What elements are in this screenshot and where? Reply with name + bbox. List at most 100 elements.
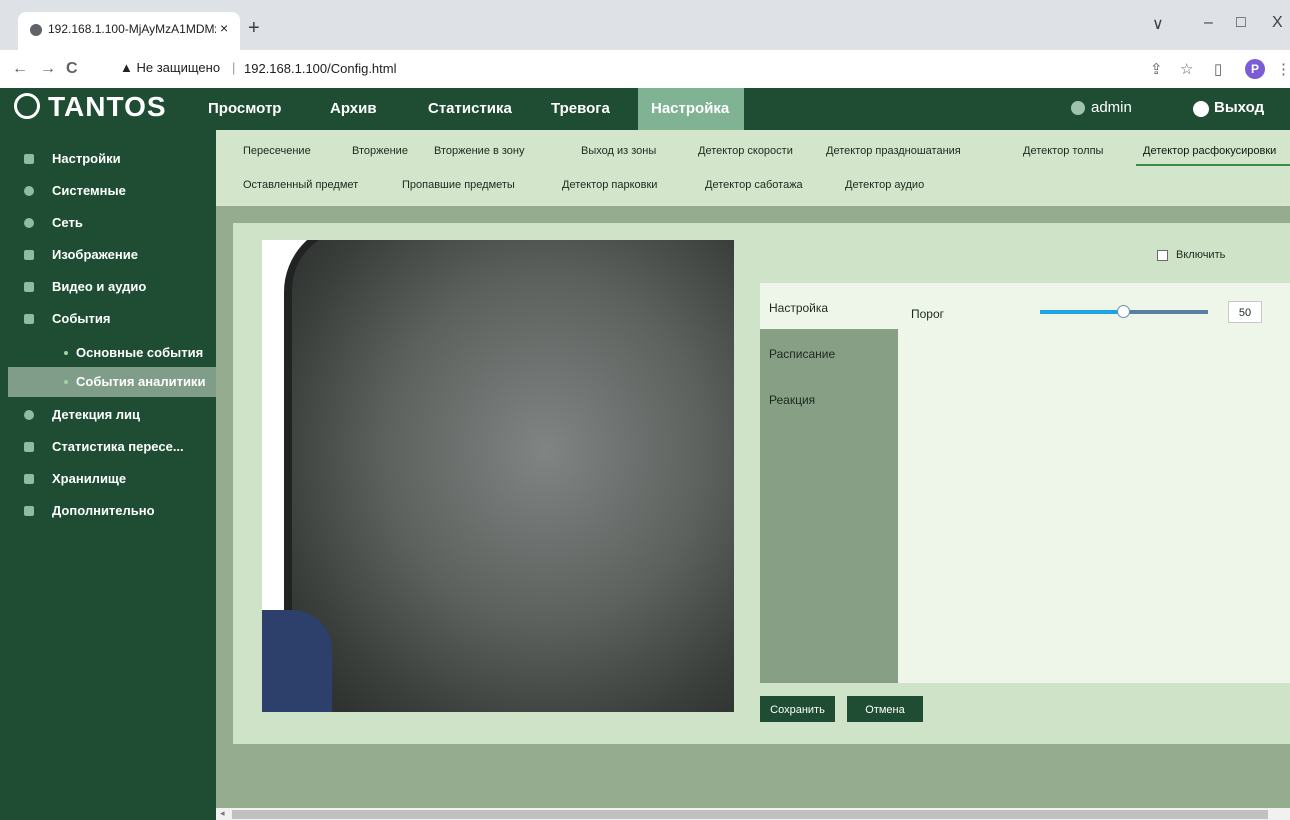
sidebar-item-label: Дополнительно	[52, 503, 155, 518]
active-tab-underline	[1136, 164, 1290, 166]
enable-checkbox[interactable]	[1157, 250, 1168, 261]
threshold-value-input[interactable]: 50	[1228, 301, 1262, 323]
tab-speed-detector[interactable]: Детектор скорости	[698, 145, 793, 157]
scrollbar-thumb[interactable]	[232, 810, 1268, 819]
menu-icon	[24, 154, 34, 164]
close-window-button[interactable]: X	[1272, 14, 1283, 32]
settings-side-tabs	[760, 329, 898, 683]
sidebar-item-label: Хранилище	[52, 471, 127, 486]
save-button[interactable]: Сохранить	[760, 696, 835, 722]
threshold-slider-fill	[1040, 310, 1124, 314]
image-icon	[24, 250, 34, 260]
sidebar-item-analytics-events[interactable]: События аналитики	[8, 367, 216, 397]
bullet-icon	[64, 380, 68, 384]
tab-missing-objects[interactable]: Пропавшие предметы	[402, 179, 515, 191]
address-bar: ← → C ▲ Не защищено | 192.168.1.100/Conf…	[0, 50, 1290, 89]
url-input[interactable]: 192.168.1.100/Config.html	[244, 61, 397, 76]
tab-loitering-detector[interactable]: Детектор праздношатания	[826, 145, 961, 157]
sidebar-item-label: Сеть	[52, 215, 83, 230]
tab-defocus-detector[interactable]: Детектор расфокусировки	[1143, 145, 1276, 157]
nav-statistics[interactable]: Статистика	[428, 100, 512, 117]
side-tab-settings[interactable]: Настройка	[769, 301, 828, 315]
side-tab-reaction[interactable]: Реакция	[769, 393, 815, 407]
tools-icon	[24, 506, 34, 516]
sidebar-item-label: Видео и аудио	[52, 279, 147, 294]
tab-zone-exit[interactable]: Выход из зоны	[581, 145, 656, 157]
logout-button[interactable]: Выход	[1214, 99, 1264, 116]
tab-sabotage-detector[interactable]: Детектор саботажа	[705, 179, 803, 191]
threshold-label: Порог	[911, 307, 945, 321]
close-tab-icon[interactable]: ×	[220, 20, 228, 36]
enable-label[interactable]: Включить	[1176, 249, 1225, 261]
sidebar-item-label: Настройки	[52, 151, 121, 166]
events-icon	[24, 314, 34, 324]
logout-icon[interactable]	[1193, 101, 1209, 117]
logo-icon	[14, 93, 40, 119]
tab-parking-detector[interactable]: Детектор парковки	[562, 179, 657, 191]
sidebar-item-network[interactable]: Сеть	[8, 208, 216, 238]
detector-tabs: Пересечение Вторжение Вторжение в зону В…	[216, 130, 1290, 206]
sidepanel-icon[interactable]: ▯	[1214, 60, 1222, 78]
tab-crossing[interactable]: Пересечение	[243, 145, 311, 157]
sidebar: Настройки Системные Сеть Изображение Вид…	[8, 130, 216, 820]
tab-crowd-detector[interactable]: Детектор толпы	[1023, 145, 1103, 157]
new-tab-button[interactable]: +	[248, 18, 260, 38]
sidebar-item-basic-events[interactable]: Основные события	[8, 338, 216, 368]
user-name[interactable]: admin	[1091, 99, 1132, 116]
left-edge	[0, 88, 8, 820]
threshold-slider-knob[interactable]	[1117, 305, 1130, 318]
tab-search-icon[interactable]: ∨	[1152, 14, 1164, 34]
minimize-button[interactable]: –	[1204, 14, 1213, 32]
sidebar-item-face-detection[interactable]: Детекция лиц	[8, 400, 216, 430]
tab-left-object[interactable]: Оставленный предмет	[243, 179, 358, 191]
nav-alarm[interactable]: Тревога	[551, 100, 610, 117]
side-tab-schedule[interactable]: Расписание	[769, 347, 835, 361]
stats-icon	[24, 442, 34, 452]
sidebar-item-image[interactable]: Изображение	[8, 240, 216, 270]
browser-tab-bar: 192.168.1.100-MjAyMzA1MDMx × + ∨ – □ X	[0, 0, 1290, 50]
sidebar-item-storage[interactable]: Хранилище	[8, 464, 216, 494]
globe-icon	[24, 218, 34, 228]
sidebar-item-system[interactable]: Системные	[8, 176, 216, 206]
star-icon[interactable]: ☆	[1180, 60, 1193, 78]
sidebar-item-label: Изображение	[52, 247, 138, 262]
app-header: TANTOS Просмотр Архив Статистика Тревога…	[8, 88, 1290, 130]
info-icon	[24, 186, 34, 196]
scroll-left-arrow[interactable]: ◂	[220, 808, 225, 819]
video-monitor-screen	[292, 240, 734, 712]
reload-button[interactable]: C	[66, 60, 78, 78]
sidebar-item-crossing-stats[interactable]: Статистика пересе...	[8, 432, 216, 462]
sidebar-item-advanced[interactable]: Дополнительно	[8, 496, 216, 526]
video-preview[interactable]	[262, 240, 734, 712]
tab-title: 192.168.1.100-MjAyMzA1MDMx	[48, 22, 216, 36]
forward-button[interactable]: →	[40, 60, 56, 78]
sidebar-item-label: События	[52, 311, 111, 326]
sidebar-item-settings[interactable]: Настройки	[8, 144, 216, 174]
video-cloth	[262, 610, 332, 712]
sidebar-item-video-audio[interactable]: Видео и аудио	[8, 272, 216, 302]
sidebar-item-events[interactable]: События	[8, 304, 216, 334]
globe-icon	[30, 24, 42, 36]
user-icon	[1071, 101, 1085, 115]
cancel-button[interactable]: Отмена	[847, 696, 923, 722]
logo-text: TANTOS	[48, 91, 167, 122]
tab-audio-detector[interactable]: Детектор аудио	[845, 179, 924, 191]
sidebar-item-label: Системные	[52, 183, 126, 198]
back-button[interactable]: ←	[12, 60, 28, 78]
sidebar-item-label: Детекция лиц	[52, 407, 141, 422]
share-icon[interactable]: ⇪	[1150, 60, 1163, 78]
sidebar-item-label: События аналитики	[76, 374, 206, 389]
storage-icon	[24, 474, 34, 484]
maximize-button[interactable]: □	[1236, 14, 1246, 32]
nav-archive[interactable]: Архив	[330, 100, 377, 117]
menu-dots-icon[interactable]: ⋮	[1276, 60, 1290, 78]
sidebar-item-label: Основные события	[76, 345, 204, 360]
nav-settings[interactable]: Настройка	[651, 100, 729, 117]
profile-avatar[interactable]: P	[1245, 59, 1265, 79]
nav-view[interactable]: Просмотр	[208, 100, 281, 117]
video-icon	[24, 282, 34, 292]
tab-zone-intrusion[interactable]: Вторжение в зону	[434, 145, 525, 157]
browser-tab[interactable]: 192.168.1.100-MjAyMzA1MDMx ×	[18, 12, 240, 50]
tab-intrusion[interactable]: Вторжение	[352, 145, 408, 157]
security-warning[interactable]: ▲ Не защищено	[120, 60, 220, 75]
